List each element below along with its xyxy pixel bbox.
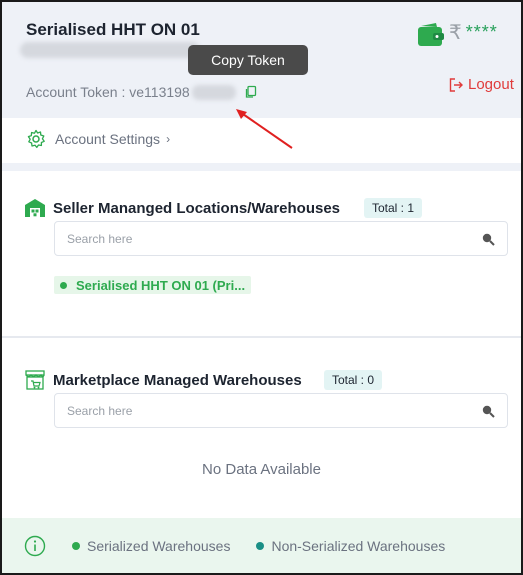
- chevron-right-icon: ›: [166, 132, 171, 146]
- logout-label: Logout: [468, 76, 514, 93]
- legend-footer: Serialized Warehouses Non-Serialized War…: [2, 518, 521, 573]
- logout-icon: [449, 77, 463, 92]
- seller-search-field[interactable]: [54, 221, 508, 256]
- account-header: Serialised HHT ON 01 Copy Token Account …: [2, 2, 521, 118]
- copy-token-tooltip: Copy Token: [188, 45, 308, 75]
- section-separator: [2, 163, 521, 171]
- serialized-legend-label: Serialized Warehouses: [87, 537, 231, 554]
- location-label: Serialised HHT ON 01 (Pri...: [76, 277, 246, 293]
- copy-icon[interactable]: [244, 85, 258, 99]
- logout-button[interactable]: Logout: [448, 76, 514, 93]
- gear-icon: [27, 129, 45, 149]
- serialized-dot: [60, 281, 67, 289]
- account-panel: Serialised HHT ON 01 Copy Token Account …: [0, 0, 523, 575]
- store-icon: [25, 370, 45, 390]
- account-settings-label: Account Settings: [55, 131, 161, 147]
- non-serialized-legend-dot: [256, 541, 265, 550]
- warehouse-icon: [25, 199, 45, 217]
- redacted-account-detail: [20, 42, 200, 58]
- marketplace-total-badge: Total : 0: [324, 370, 383, 390]
- marketplace-section-title: Marketplace Managed Warehouses: [53, 372, 302, 389]
- account-name: Serialised HHT ON 01: [26, 20, 200, 39]
- wallet-icon: [417, 22, 445, 48]
- legend-serialized: Serialized Warehouses: [72, 538, 230, 554]
- annotation-arrow: [236, 109, 293, 149]
- seller-total-badge: Total : 1: [364, 198, 423, 218]
- marketplace-search-input[interactable]: [67, 403, 467, 418]
- marketplace-search-field[interactable]: [54, 393, 508, 428]
- legend-non-serialized: Non-Serialized Warehouses: [256, 538, 445, 554]
- wallet-balance: ₹ ****: [449, 20, 498, 45]
- currency-symbol: ₹: [449, 22, 462, 44]
- account-token-text: Account Token : ve113198: [26, 84, 190, 100]
- search-icon[interactable]: [481, 232, 495, 246]
- search-icon[interactable]: [481, 404, 495, 418]
- account-settings-link[interactable]: Account Settings ›: [26, 129, 170, 149]
- redacted-token-suffix: [191, 84, 236, 100]
- location-item[interactable]: Serialised HHT ON 01 (Pri...: [54, 276, 252, 294]
- info-icon[interactable]: [24, 535, 46, 557]
- seller-section-title: Seller Mananged Locations/Warehouses: [53, 200, 341, 217]
- section-divider: [2, 336, 521, 338]
- account-token-row: Account Token : ve113198: [26, 84, 258, 100]
- non-serialized-legend-label: Non-Serialized Warehouses: [271, 537, 446, 554]
- serialized-legend-dot: [72, 541, 80, 550]
- seller-search-input[interactable]: [67, 231, 467, 246]
- empty-state-text: No Data Available: [202, 461, 321, 478]
- masked-balance: ****: [465, 22, 498, 42]
